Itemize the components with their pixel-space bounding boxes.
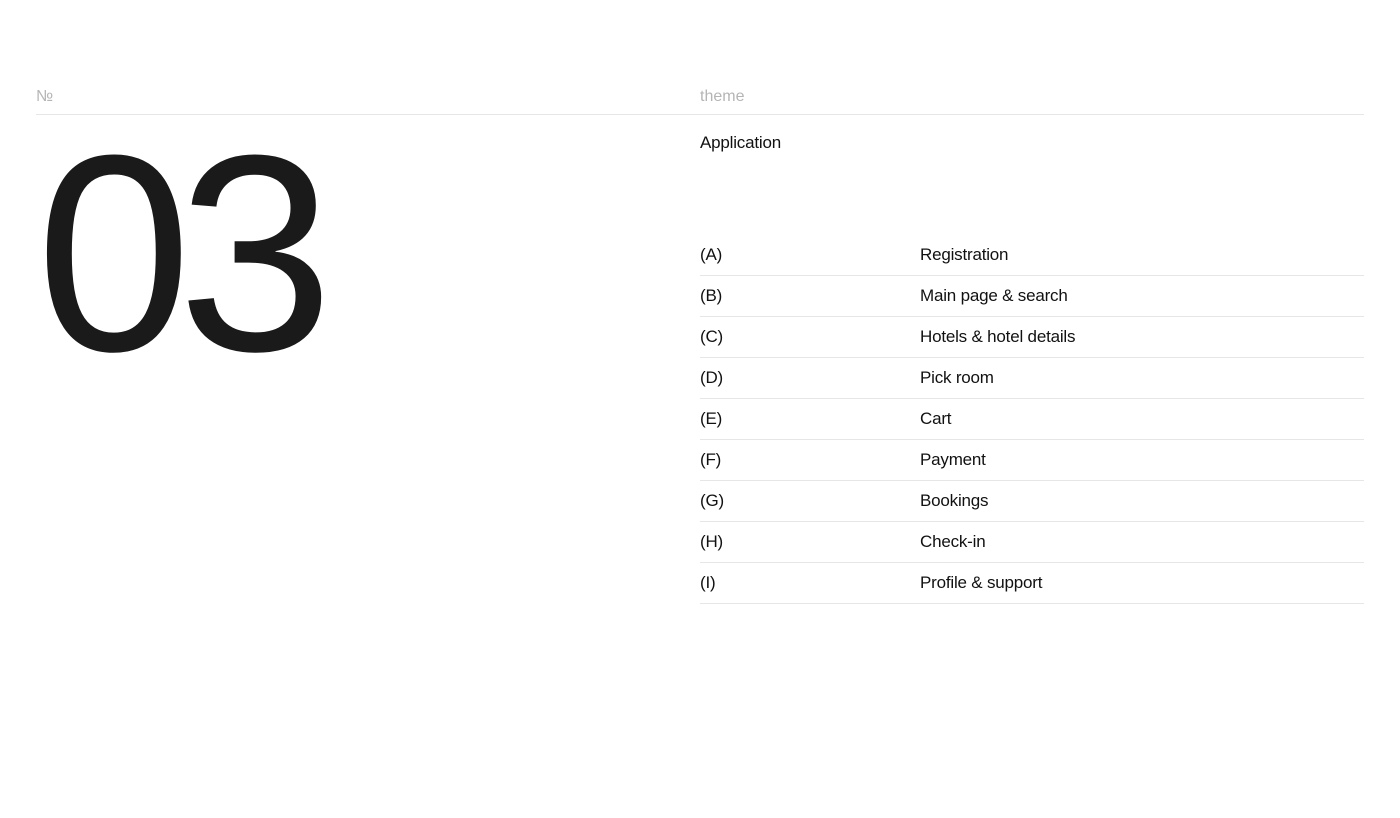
list-item: (E)Cart	[700, 399, 1364, 440]
list-item: (B)Main page & search	[700, 276, 1364, 317]
list-item-value: Hotels & hotel details	[920, 327, 1364, 347]
list-item: (D)Pick room	[700, 358, 1364, 399]
list-item: (F)Payment	[700, 440, 1364, 481]
list-item-value: Profile & support	[920, 573, 1364, 593]
list-item-value: Registration	[920, 245, 1364, 265]
list-item-key: (E)	[700, 409, 920, 429]
header-theme-label: theme	[700, 88, 1364, 106]
list-item-value: Cart	[920, 409, 1364, 429]
list-item: (C)Hotels & hotel details	[700, 317, 1364, 358]
list-item-value: Main page & search	[920, 286, 1364, 306]
list-item-key: (A)	[700, 245, 920, 265]
list-item-key: (C)	[700, 327, 920, 347]
list-item: (H)Check-in	[700, 522, 1364, 563]
list-item: (A)Registration	[700, 235, 1364, 276]
list-item-key: (D)	[700, 368, 920, 388]
list-item-key: (B)	[700, 286, 920, 306]
list-item-key: (H)	[700, 532, 920, 552]
list-item: (I)Profile & support	[700, 563, 1364, 604]
list-item-value: Check-in	[920, 532, 1364, 552]
list-item-key: (G)	[700, 491, 920, 511]
list-item-value: Payment	[920, 450, 1364, 470]
list-item: (G)Bookings	[700, 481, 1364, 522]
theme-title: Application	[700, 133, 1364, 153]
list-item-value: Bookings	[920, 491, 1364, 511]
items-list: (A)Registration(B)Main page & search(C)H…	[700, 235, 1364, 604]
list-item-value: Pick room	[920, 368, 1364, 388]
content-left: 03	[36, 115, 700, 604]
section-number: 03	[36, 135, 700, 373]
list-item-key: (I)	[700, 573, 920, 593]
content-row: 03 Application (A)Registration(B)Main pa…	[36, 115, 1364, 604]
content-right: Application (A)Registration(B)Main page …	[700, 115, 1364, 604]
list-item-key: (F)	[700, 450, 920, 470]
